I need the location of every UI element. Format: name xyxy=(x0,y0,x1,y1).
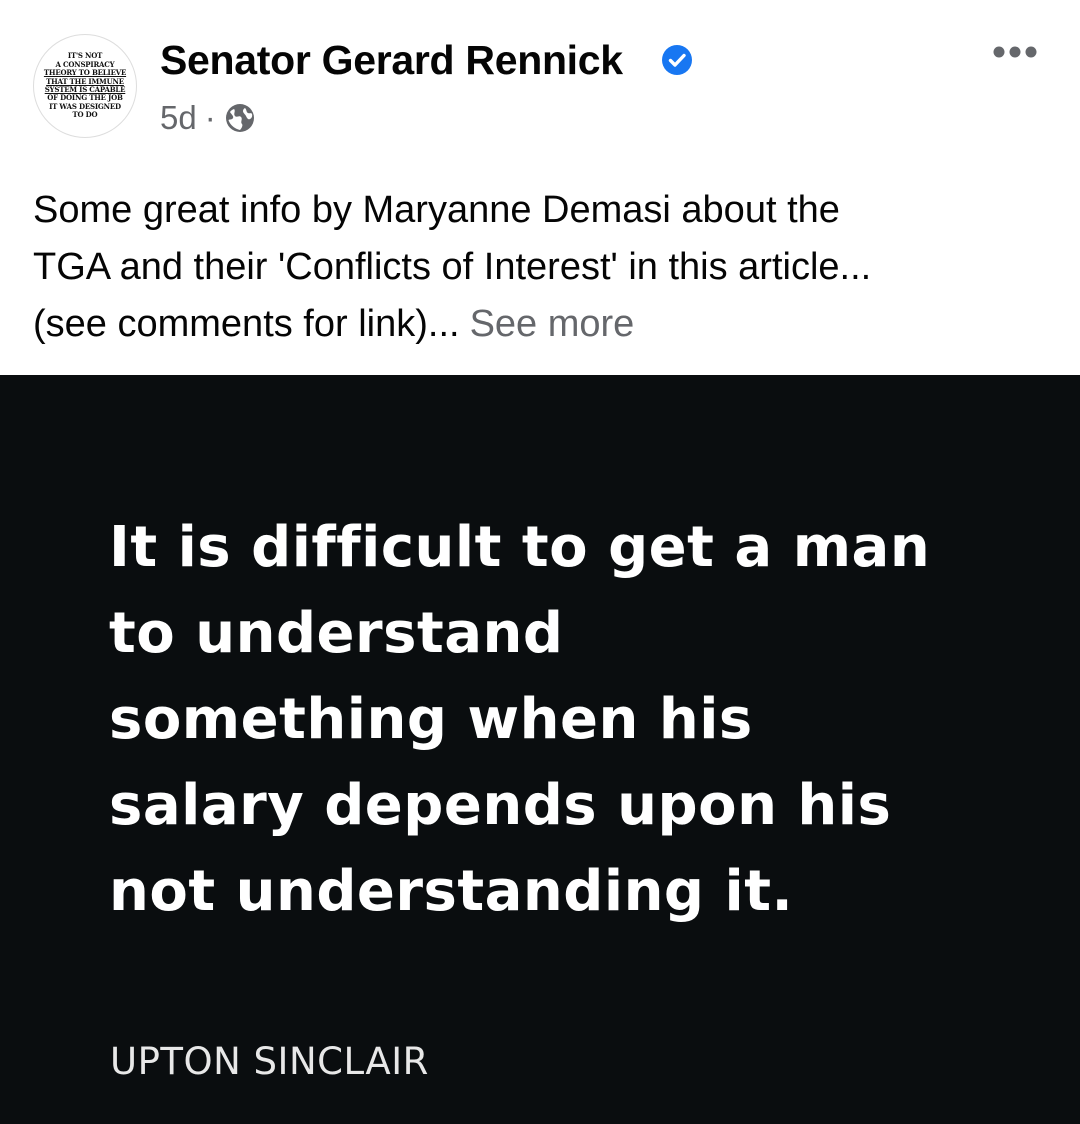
author-name[interactable]: Senator Gerard Rennick xyxy=(160,34,623,86)
quote-line: something when his xyxy=(109,687,753,752)
quote-attribution: UPTON SINCLAIR xyxy=(110,1040,429,1083)
post-meta: 5d · xyxy=(160,98,256,138)
globe-icon xyxy=(225,104,254,132)
post-timestamp[interactable]: 5d xyxy=(160,99,197,137)
avatar-logo-text: IT'S NOT A CONSPIRACY THEORY TO BELIEVE … xyxy=(43,51,127,120)
meta-separator: · xyxy=(204,99,216,136)
see-more-link[interactable]: See more xyxy=(470,303,635,345)
caption-line: (see comments for link)... See more xyxy=(33,303,635,345)
more-options-icon xyxy=(993,46,1037,58)
quote-line: It is difficult to get a man xyxy=(109,515,931,580)
quote-line: to understand xyxy=(109,601,564,666)
caption-line: TGA and their 'Conflicts of Interest' in… xyxy=(33,246,872,288)
author-avatar[interactable]: IT'S NOT A CONSPIRACY THEORY TO BELIEVE … xyxy=(33,34,137,138)
caption-line: Some great info by Maryanne Demasi about… xyxy=(33,189,840,231)
quote-text: It is difficult to get a man to understa… xyxy=(109,505,1029,935)
verified-badge-icon xyxy=(662,45,692,75)
more-options-button[interactable] xyxy=(980,30,1050,74)
quote-line: not understanding it. xyxy=(109,859,794,924)
facebook-post: IT'S NOT A CONSPIRACY THEORY TO BELIEVE … xyxy=(0,0,1080,1124)
post-image[interactable]: It is difficult to get a man to understa… xyxy=(0,375,1080,1124)
post-caption: Some great info by Maryanne Demasi about… xyxy=(33,182,1053,353)
quote-line: salary depends upon his xyxy=(109,773,892,838)
